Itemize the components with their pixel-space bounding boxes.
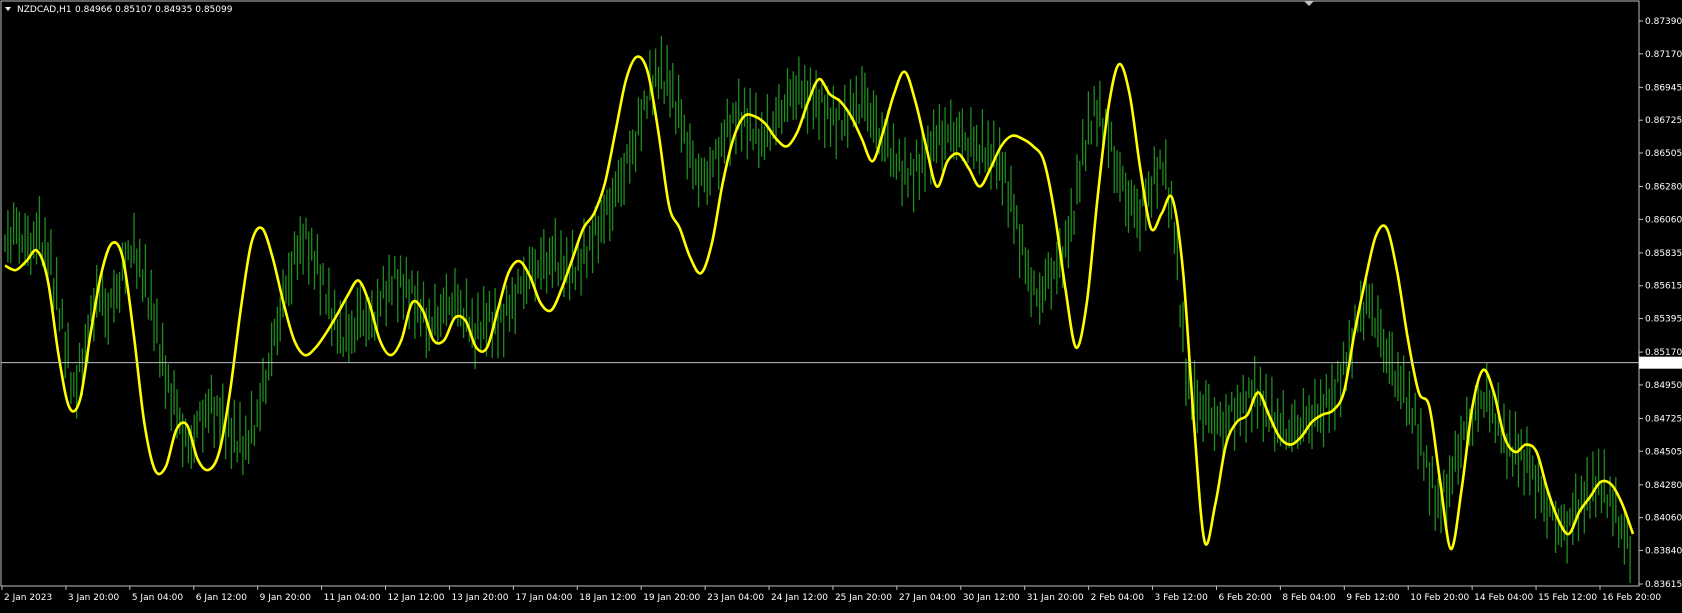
y-tick-label: 0.83615 [1645, 580, 1682, 590]
y-tick-label: 0.87170 [1645, 50, 1682, 60]
x-tick-label: 19 Jan 20:00 [643, 593, 700, 603]
x-tick-label: 8 Feb 04:00 [1282, 593, 1336, 603]
x-tick-label: 25 Jan 20:00 [835, 593, 892, 603]
x-tick-label: 9 Jan 20:00 [260, 593, 312, 603]
x-tick-label: 30 Jan 12:00 [963, 593, 1020, 603]
x-tick-label: 12 Jan 12:00 [388, 593, 445, 603]
x-tick-label: 27 Jan 04:00 [899, 593, 956, 603]
x-tick-label: 18 Jan 12:00 [579, 593, 636, 603]
y-tick-label: 0.84060 [1645, 514, 1682, 524]
x-tick-label: 2 Jan 2023 [4, 593, 52, 603]
symbol-header: NZDCAD,H1 0.84966 0.85107 0.84935 0.8509… [5, 5, 233, 15]
y-tick-label: 0.86505 [1645, 149, 1682, 159]
x-tick-label: 14 Feb 04:00 [1474, 593, 1533, 603]
x-tick-label: 6 Jan 12:00 [196, 593, 248, 603]
x-tick-label: 11 Jan 04:00 [324, 593, 381, 603]
y-tick-label: 0.87390 [1645, 17, 1682, 27]
price-marker: 0.85099 [1639, 356, 1682, 369]
chart-svg[interactable]: 0.87390 0.87170 0.86945 0.86725 0.86505 0.862… [0, 0, 1682, 609]
y-tick-label: 0.84950 [1645, 381, 1682, 391]
x-tick-label: 6 Feb 20:00 [1218, 593, 1272, 603]
x-tick-label: 24 Jan 12:00 [771, 593, 828, 603]
y-tick-label: 0.84725 [1645, 414, 1682, 424]
price-chart[interactable]: 0.87390 0.87170 0.86945 0.86725 0.86505 0.862… [0, 0, 1682, 609]
y-tick-label: 0.86945 [1645, 83, 1682, 93]
symbol-label: NZDCAD,H1 [17, 5, 72, 15]
x-tick-label: 5 Jan 04:00 [132, 593, 184, 603]
ohlc-values: 0.84966 0.85107 0.84935 0.85099 [75, 5, 233, 15]
y-tick-label: 0.85835 [1645, 249, 1682, 259]
y-tick-label: 0.85170 [1645, 348, 1682, 358]
chart-background [0, 0, 1682, 609]
x-tick-label: 3 Feb 12:00 [1155, 593, 1209, 603]
price-marker-value: 0.85099 [1643, 359, 1680, 369]
x-tick-label: 2 Feb 04:00 [1091, 593, 1145, 603]
x-tick-label: 3 Jan 20:00 [68, 593, 120, 603]
y-tick-label: 0.85395 [1645, 315, 1682, 325]
y-tick-label: 0.86725 [1645, 116, 1682, 126]
x-tick-label: 31 Jan 20:00 [1027, 593, 1084, 603]
y-tick-label: 0.86060 [1645, 215, 1682, 225]
x-tick-label: 23 Jan 04:00 [707, 593, 764, 603]
x-tick-label: 9 Feb 12:00 [1346, 593, 1400, 603]
y-tick-label: 0.83840 [1645, 546, 1682, 556]
x-tick-label: 16 Feb 20:00 [1602, 593, 1661, 603]
y-tick-label: 0.84280 [1645, 481, 1682, 491]
x-tick-label: 15 Feb 12:00 [1538, 593, 1597, 603]
y-tick-label: 0.85615 [1645, 282, 1682, 292]
x-tick-label: 17 Jan 04:00 [515, 593, 572, 603]
x-tick-label: 10 Feb 20:00 [1410, 593, 1469, 603]
x-tick-label: 13 Jan 20:00 [451, 593, 508, 603]
y-tick-label: 0.86280 [1645, 183, 1682, 193]
y-tick-label: 0.84505 [1645, 447, 1682, 457]
